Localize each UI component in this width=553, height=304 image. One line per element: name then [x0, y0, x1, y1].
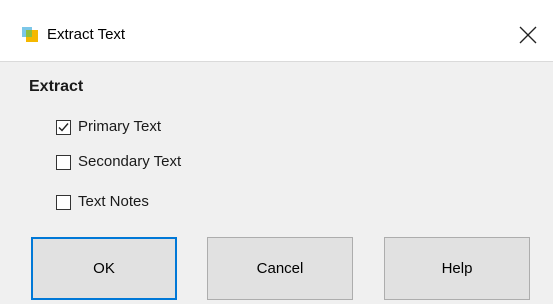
close-button[interactable] — [517, 24, 539, 46]
cancel-button[interactable]: Cancel — [207, 237, 353, 300]
text-notes-label: Text Notes — [78, 193, 149, 210]
secondary-text-option[interactable]: Secondary Text — [56, 152, 181, 172]
primary-text-label: Primary Text — [78, 118, 162, 135]
extract-section-label: Extract — [29, 78, 84, 95]
title-bar: Extract Text — [0, 0, 553, 62]
text-notes-option[interactable]: Text Notes — [56, 192, 149, 212]
secondary-text-label: Secondary Text — [78, 153, 182, 170]
text-notes-checkbox[interactable] — [56, 194, 71, 210]
window-title: Extract Text — [47, 26, 126, 43]
app-logo-icon — [20, 24, 40, 44]
primary-text-checkbox[interactable] — [56, 119, 71, 135]
extract-text-dialog: Extract Text Extract Primary Text Second… — [0, 0, 553, 304]
secondary-text-checkbox[interactable] — [56, 154, 71, 170]
ok-button[interactable]: OK — [31, 237, 177, 300]
checkmark-icon — [58, 122, 69, 132]
help-button[interactable]: Help — [384, 237, 530, 300]
close-icon — [519, 26, 537, 44]
primary-text-option[interactable]: Primary Text — [56, 117, 161, 137]
